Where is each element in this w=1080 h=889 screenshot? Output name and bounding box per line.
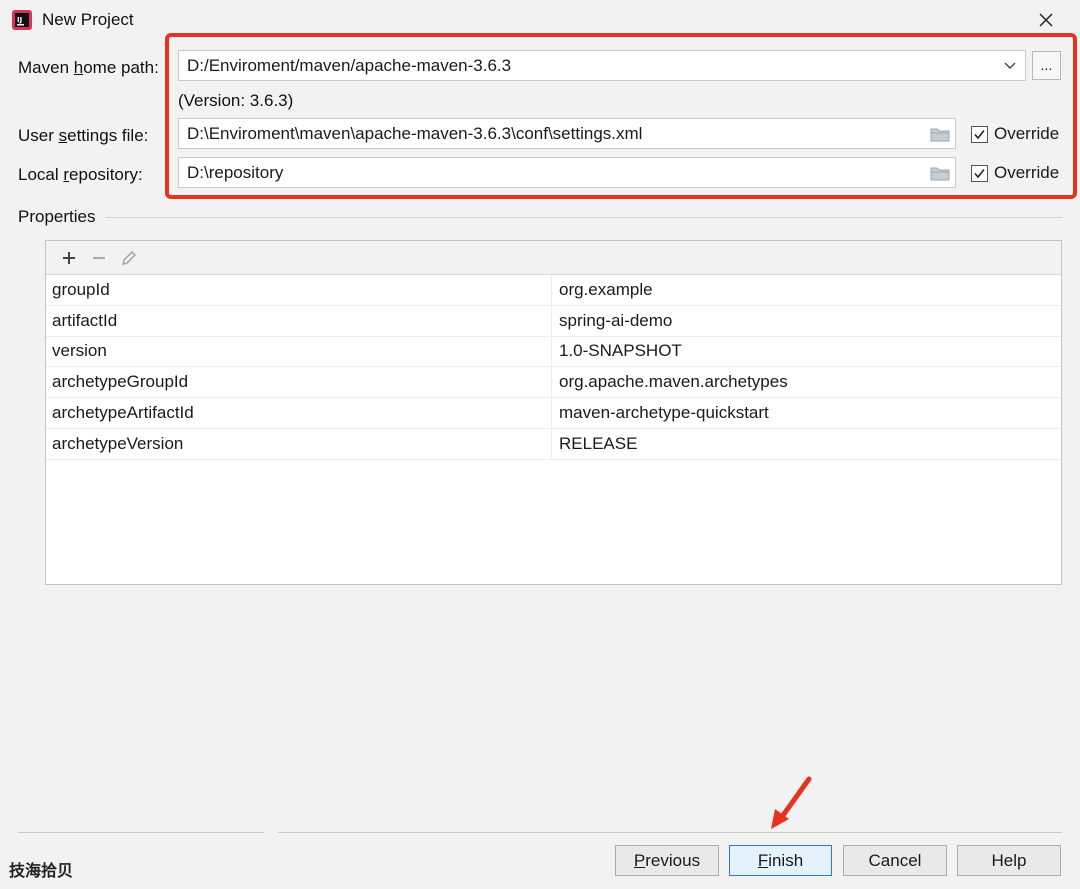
chevron-down-icon — [1004, 62, 1016, 69]
table-row[interactable]: version 1.0-SNAPSHOT — [46, 336, 1061, 368]
new-project-dialog: IJ New Project Maven home path: D:/Envir… — [0, 0, 1080, 889]
folder-icon — [930, 167, 950, 180]
checkmark-icon — [974, 129, 985, 139]
local-repository-field[interactable]: D:\repository — [178, 157, 956, 188]
properties-toolbar — [46, 241, 1061, 275]
browse-maven-home-button[interactable]: ... — [1032, 51, 1061, 80]
dropdown-button[interactable] — [995, 51, 1025, 80]
footer-divider-left — [18, 832, 264, 833]
checkbox-box — [971, 125, 988, 143]
property-key: archetypeGroupId — [46, 367, 552, 398]
user-settings-value: D:\Enviroment\maven\apache-maven-3.6.3\c… — [187, 123, 643, 143]
pencil-icon — [121, 250, 137, 265]
settings-browse-button[interactable] — [925, 119, 955, 148]
remove-property-button[interactable] — [84, 245, 114, 271]
user-settings-field[interactable]: D:\Enviroment\maven\apache-maven-3.6.3\c… — [178, 118, 956, 149]
footer-divider-right — [278, 832, 1062, 833]
finish-mnemonic: F — [757, 850, 769, 870]
repo-browse-button[interactable] — [925, 158, 955, 187]
previous-button[interactable]: Previous — [615, 845, 719, 876]
property-key: artifactId — [46, 305, 552, 336]
previous-mnemonic: P — [633, 850, 646, 870]
watermark-text: 技海拾贝 — [9, 863, 74, 880]
property-key: archetypeArtifactId — [46, 398, 552, 428]
repo-override-label: Override — [994, 163, 1060, 182]
properties-table: groupId org.example artifactId spring-ai-d… — [45, 240, 1062, 585]
properties-divider — [106, 217, 1062, 218]
previous-label: revious — [645, 850, 701, 870]
settings-override-checkbox[interactable]: Override — [971, 124, 1059, 144]
edit-property-button[interactable] — [114, 245, 144, 271]
settings-override-label: Override — [994, 124, 1060, 143]
checkbox-box — [971, 164, 988, 182]
close-button[interactable] — [1030, 6, 1062, 34]
table-row[interactable]: artifactId spring-ai-demo — [46, 305, 1061, 337]
table-row[interactable]: archetypeGroupId org.apache.maven.archety… — [46, 367, 1061, 399]
finish-label: inish — [768, 850, 804, 870]
property-key: version — [46, 336, 552, 367]
property-value: 1.0-SNAPSHOT — [559, 341, 682, 361]
maven-version-text: (Version: 3.6.3) — [178, 91, 294, 110]
red-pointer-arrow — [771, 776, 812, 829]
local-repository-value: D:\repository — [187, 162, 284, 182]
maven-home-value: D:/Enviroment/maven/apache-maven-3.6.3 — [187, 55, 512, 75]
repo-override-checkbox[interactable]: Override — [971, 163, 1059, 183]
svg-text:IJ: IJ — [17, 16, 22, 24]
intellij-app-icon: IJ — [12, 10, 32, 30]
table-row[interactable]: archetypeArtifactId maven-archetype-quick… — [46, 398, 1061, 429]
maven-home-combobox[interactable]: D:/Enviroment/maven/apache-maven-3.6.3 — [178, 50, 1026, 81]
folder-icon — [930, 128, 950, 141]
help-button[interactable]: Help — [957, 845, 1061, 876]
property-key: groupId — [46, 275, 552, 305]
property-value: org.example — [559, 279, 653, 299]
property-value: maven-archetype-quickstart — [559, 403, 769, 423]
table-row[interactable]: archetypeVersion RELEASE — [46, 428, 1061, 460]
property-key: archetypeVersion — [46, 428, 552, 459]
checkmark-icon — [974, 168, 985, 178]
local-repository-label: Local repository: — [18, 165, 143, 184]
property-value: spring-ai-demo — [559, 310, 673, 330]
close-icon — [1039, 13, 1053, 27]
properties-title: Properties — [18, 207, 96, 226]
add-property-button[interactable] — [54, 245, 84, 271]
property-value: org.apache.maven.archetypes — [559, 372, 788, 392]
title-bar: IJ New Project — [0, 0, 1080, 40]
property-value: RELEASE — [559, 433, 638, 453]
properties-rows: groupId org.example artifactId spring-ai-d… — [46, 275, 1061, 460]
finish-button[interactable]: Finish — [729, 845, 832, 876]
plus-icon — [63, 251, 75, 264]
maven-home-label: Maven home path: — [18, 58, 159, 77]
table-row[interactable]: groupId org.example — [46, 275, 1061, 306]
user-settings-label: User settings file: — [18, 126, 149, 145]
minus-icon — [93, 256, 105, 259]
window-title: New Project — [42, 10, 134, 29]
cancel-button[interactable]: Cancel — [843, 845, 947, 876]
